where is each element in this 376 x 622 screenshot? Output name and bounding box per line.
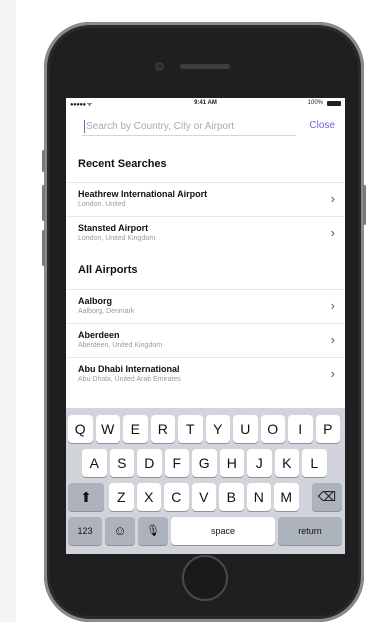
key-z[interactable]: Z — [109, 483, 134, 511]
airport-name: Aberdeen — [78, 330, 120, 340]
key-a[interactable]: A — [82, 449, 107, 477]
backspace-key[interactable]: ⌫ — [312, 483, 342, 511]
chevron-right-icon: › — [330, 298, 335, 313]
home-button[interactable] — [182, 555, 228, 601]
key-v[interactable]: V — [191, 483, 216, 511]
key-c[interactable]: C — [164, 483, 189, 511]
key-h[interactable]: H — [219, 449, 244, 477]
mute-switch — [42, 150, 45, 172]
key-t[interactable]: T — [178, 415, 203, 443]
airport-location: Aberdeen, United Kingdom — [78, 342, 163, 349]
airport-name: Stansted Airport — [78, 223, 149, 233]
airport-location: Abu Dhabi, United Arab Emirates — [78, 376, 181, 383]
airport-name: Heathrew International Airport — [78, 189, 208, 199]
close-button[interactable]: Close — [309, 120, 335, 131]
key-f[interactable]: F — [164, 449, 189, 477]
key-o[interactable]: O — [260, 415, 285, 443]
key-j[interactable]: J — [247, 449, 272, 477]
phone-screen: ●●●●● ᯤ 9:41 AM 100% Close Recent Search… — [66, 98, 345, 554]
power-button — [363, 185, 366, 225]
volume-down-button — [42, 230, 45, 266]
recent-item-heathrow[interactable]: Heathrew International Airport London, U… — [66, 182, 345, 217]
key-s[interactable]: S — [109, 449, 134, 477]
space-key[interactable]: space — [171, 517, 275, 545]
key-g[interactable]: G — [192, 449, 217, 477]
numbers-key[interactable]: 123 — [68, 517, 102, 545]
key-r[interactable]: R — [150, 415, 175, 443]
front-camera — [155, 62, 164, 71]
key-u[interactable]: U — [233, 415, 258, 443]
airport-item-abu-dhabi[interactable]: Abu Dhabi International Abu Dhabi, Unite… — [66, 357, 345, 392]
chevron-right-icon: › — [330, 366, 335, 381]
battery-percent: 100% — [307, 100, 323, 106]
airport-location: Aalborg, Denmark — [78, 308, 135, 315]
key-y[interactable]: Y — [205, 415, 230, 443]
emoji-key[interactable]: ☺ — [105, 517, 135, 545]
microphone-key[interactable]: 🎙 — [138, 517, 168, 545]
key-q[interactable]: Q — [68, 415, 93, 443]
shift-key[interactable]: ⬆ — [68, 483, 104, 511]
key-i[interactable]: I — [288, 415, 313, 443]
chevron-right-icon: › — [330, 225, 335, 240]
key-n[interactable]: N — [246, 483, 271, 511]
airport-name: Abu Dhabi International — [78, 364, 180, 374]
key-p[interactable]: P — [315, 415, 340, 443]
battery-icon — [327, 101, 341, 106]
search-bar: Close — [66, 116, 345, 140]
return-key[interactable]: return — [278, 517, 342, 545]
airport-location: London, United — [78, 201, 126, 208]
recent-searches-heading: Recent Searches — [78, 158, 167, 170]
key-l[interactable]: L — [302, 449, 327, 477]
key-d[interactable]: D — [137, 449, 162, 477]
earpiece-speaker — [180, 64, 230, 69]
chevron-right-icon: › — [330, 191, 335, 206]
key-k[interactable]: K — [274, 449, 299, 477]
airport-location: London, United Kingdom — [78, 235, 156, 242]
all-airports-heading: All Airports — [78, 264, 138, 276]
key-e[interactable]: E — [123, 415, 148, 443]
airport-item-aberdeen[interactable]: Aberdeen Aberdeen, United Kingdom › — [66, 323, 345, 358]
status-bar: ●●●●● ᯤ 9:41 AM 100% — [66, 98, 345, 110]
key-x[interactable]: X — [136, 483, 161, 511]
text-cursor — [84, 120, 85, 133]
keyboard: QWERTYUOIP ASDFGHJKL ZXCVBNM ⬆ ⌫ 123 ☺ 🎙… — [66, 408, 345, 554]
airport-name: Aalborg — [78, 296, 113, 306]
key-b[interactable]: B — [219, 483, 244, 511]
airport-item-aalborg[interactable]: Aalborg Aalborg, Denmark › — [66, 289, 345, 324]
chevron-right-icon: › — [330, 332, 335, 347]
status-time: 9:41 AM — [194, 100, 217, 106]
key-w[interactable]: W — [95, 415, 120, 443]
search-input[interactable] — [82, 118, 296, 136]
recent-item-stansted[interactable]: Stansted Airport London, United Kingdom … — [66, 216, 345, 251]
volume-up-button — [42, 185, 45, 221]
key-m[interactable]: M — [274, 483, 299, 511]
